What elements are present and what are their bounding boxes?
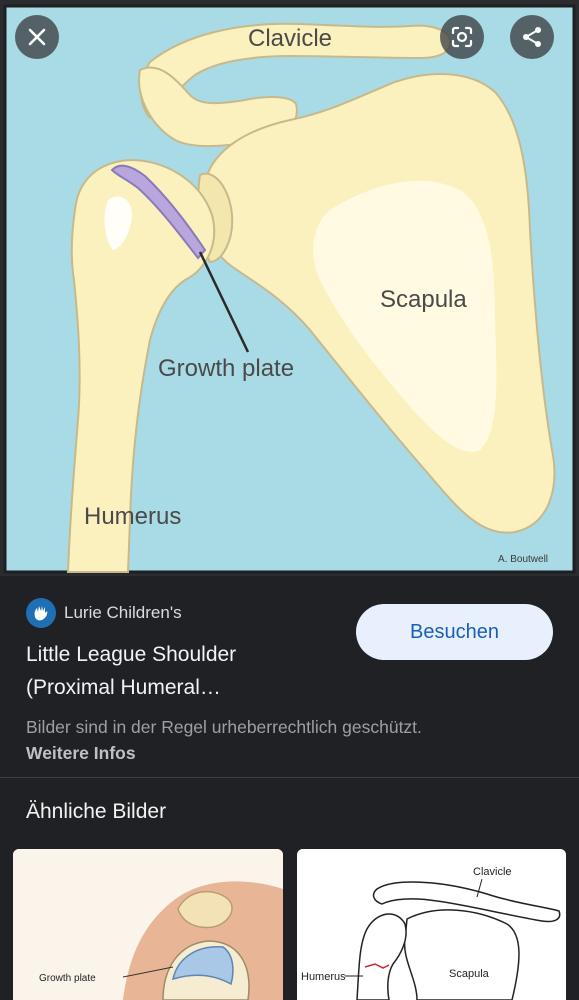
similar-image-thumbnail-2[interactable]: Clavicle Humerus Scapula (297, 849, 566, 1000)
hand-logo-icon (34, 606, 48, 621)
copyright-text: Bilder sind in der Regel urheberrechtlic… (26, 717, 422, 737)
close-button[interactable] (15, 15, 59, 59)
image-credit: A. Boutwell (498, 554, 548, 565)
source-row[interactable]: Lurie Children's (26, 598, 182, 628)
result-title-line-2: (Proximal Humeral… (26, 676, 221, 699)
thumb2-label-humerus: Humerus (301, 971, 346, 983)
share-icon (523, 27, 541, 47)
label-humerus: Humerus (84, 503, 181, 530)
lens-search-button[interactable] (440, 15, 484, 59)
label-clavicle: Clavicle (248, 25, 332, 52)
similar-images-heading: Ähnliche Bilder (26, 800, 167, 823)
close-icon (28, 28, 46, 46)
share-button[interactable] (510, 15, 554, 59)
similar-image-thumbnail-1[interactable]: Growth plate (13, 849, 283, 1000)
thumbnail-1-illustration: Growth plate (13, 849, 283, 1000)
visit-button[interactable]: Besuchen (356, 604, 553, 660)
result-title-line-1: Little League Shoulder (26, 643, 237, 666)
shoulder-illustration[interactable]: Clavicle Scapula Growth plate Humerus A.… (0, 0, 579, 576)
result-title[interactable]: Little League Shoulder (Proximal Humeral… (26, 638, 326, 704)
source-logo (26, 598, 56, 628)
thumb2-label-scapula: Scapula (449, 968, 490, 980)
label-growth-plate: Growth plate (158, 355, 294, 382)
label-scapula: Scapula (380, 286, 467, 313)
image-viewer: Clavicle Scapula Growth plate Humerus A.… (0, 0, 579, 576)
divider (0, 777, 579, 778)
thumb2-label-clavicle: Clavicle (473, 866, 512, 878)
copyright-notice: Bilder sind in der Regel urheberrechtlic… (26, 714, 426, 766)
thumb1-label-growth-plate: Growth plate (39, 973, 96, 984)
thumbnail-2-illustration: Clavicle Humerus Scapula (297, 849, 566, 1000)
source-name: Lurie Children's (64, 603, 182, 622)
more-info-link[interactable]: Weitere Infos (26, 743, 136, 763)
lens-icon (451, 26, 473, 48)
